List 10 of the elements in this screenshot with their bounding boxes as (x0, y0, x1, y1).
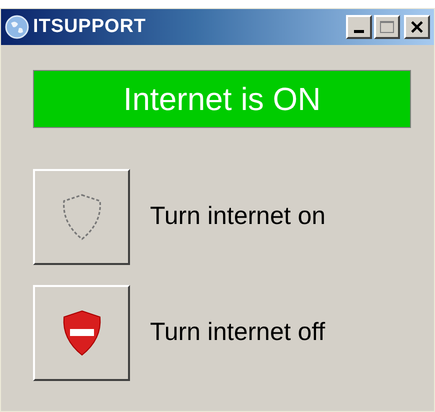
close-icon (411, 21, 423, 33)
close-button[interactable] (404, 15, 430, 39)
shield-button[interactable] (33, 285, 130, 381)
maximize-button[interactable] (374, 15, 400, 39)
status-text: Internet is ON (123, 80, 321, 119)
window-title: ITSUPPORT (33, 14, 146, 39)
action-label: Turn internet on (150, 201, 326, 232)
globe-icon (5, 15, 29, 39)
minimize-button[interactable] (346, 15, 372, 39)
action-label: Turn internet off (150, 317, 326, 348)
